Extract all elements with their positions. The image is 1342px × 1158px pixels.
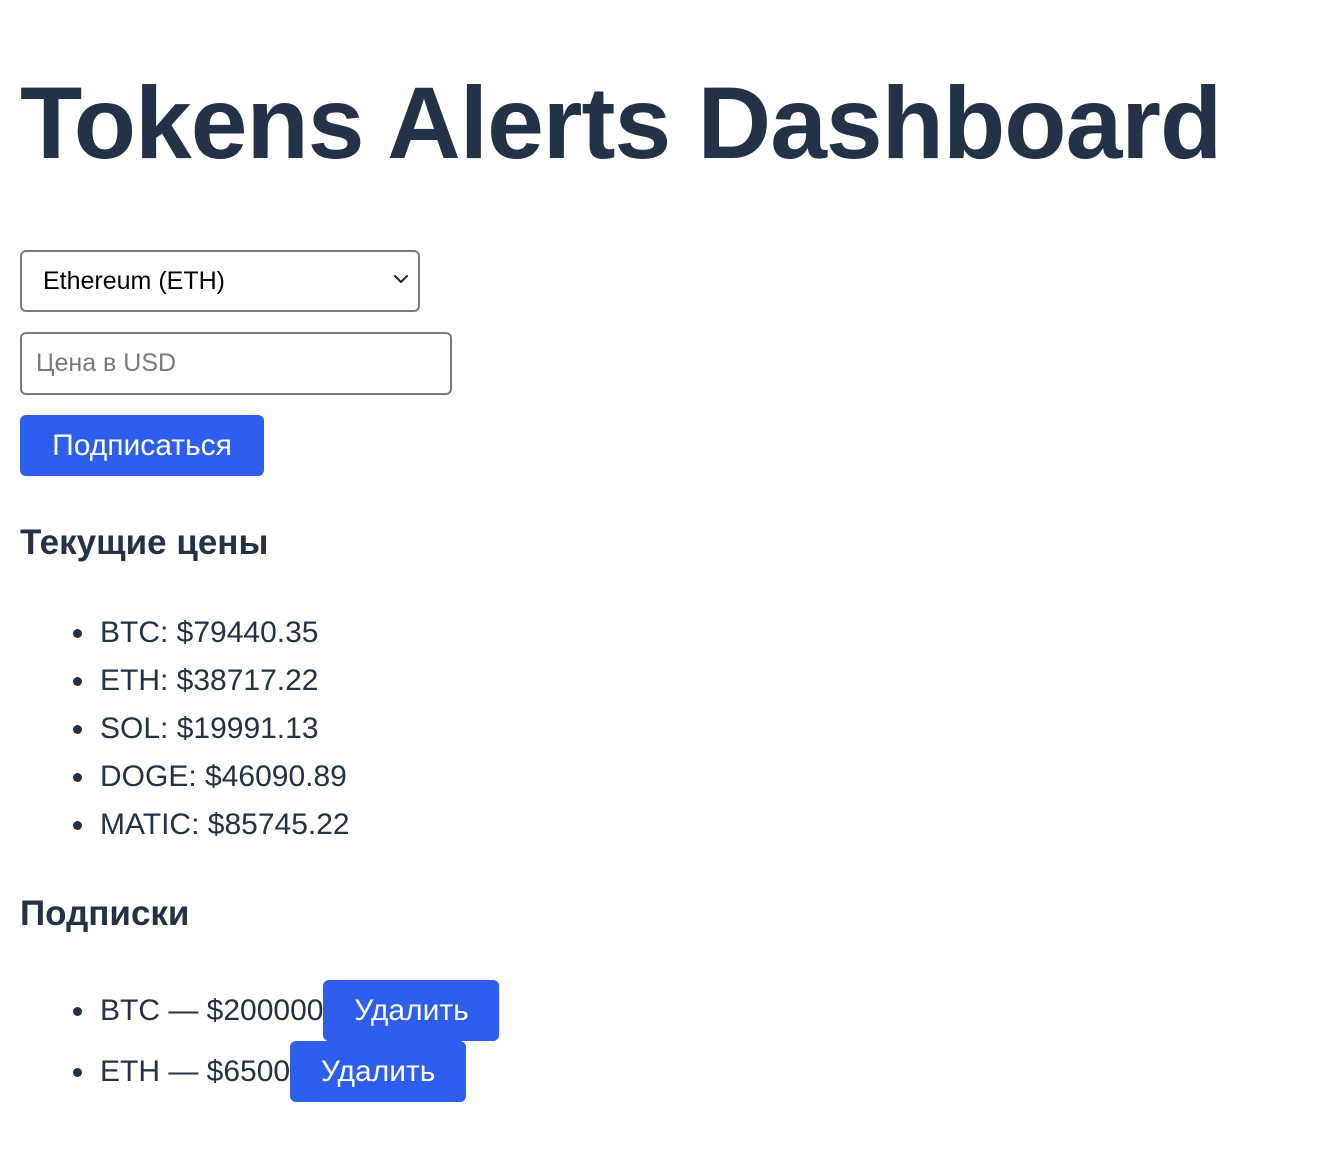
- price-item-text: SOL: $19991.13: [100, 712, 319, 745]
- price-item: SOL: $19991.13: [20, 706, 350, 754]
- bullet-icon: [73, 1007, 82, 1016]
- subscriptions-heading: Подписки: [20, 894, 190, 933]
- token-select-value: Ethereum (ETH): [43, 267, 225, 295]
- price-item-text: BTC: $79440.35: [100, 616, 319, 649]
- chevron-down-icon: [394, 275, 408, 283]
- subscribe-button[interactable]: Подписаться: [20, 415, 264, 476]
- price-item: ETH: $38717.22: [20, 658, 350, 706]
- page-title: Tokens Alerts Dashboard: [20, 66, 1222, 180]
- price-item: MATIC: $85745.22: [20, 802, 350, 850]
- bullet-icon: [73, 629, 82, 638]
- price-item: DOGE: $46090.89: [20, 754, 350, 802]
- subscriptions-list: BTC — $200000 Удалить ETH — $6500 Удалит…: [20, 980, 500, 1102]
- prices-heading: Текущие цены: [20, 523, 269, 562]
- price-item-text: DOGE: $46090.89: [100, 760, 347, 793]
- delete-subscription-button[interactable]: Удалить: [323, 980, 500, 1041]
- price-item-text: ETH: $38717.22: [100, 664, 319, 697]
- token-select[interactable]: Ethereum (ETH): [20, 250, 420, 312]
- price-list: BTC: $79440.35 ETH: $38717.22 SOL: $1999…: [20, 610, 350, 850]
- bullet-icon: [73, 821, 82, 830]
- price-item-text: MATIC: $85745.22: [100, 808, 350, 841]
- bullet-icon: [73, 773, 82, 782]
- price-item: BTC: $79440.35: [20, 610, 350, 658]
- bullet-icon: [73, 1068, 82, 1077]
- subscription-item-text: ETH — $6500: [100, 1055, 291, 1088]
- delete-subscription-button[interactable]: Удалить: [290, 1041, 467, 1102]
- price-input[interactable]: [20, 332, 452, 395]
- bullet-icon: [73, 725, 82, 734]
- subscription-item: BTC — $200000 Удалить: [20, 980, 500, 1041]
- subscription-item: ETH — $6500 Удалить: [20, 1041, 499, 1102]
- bullet-icon: [73, 677, 82, 686]
- subscription-item-text: BTC — $200000: [100, 994, 324, 1027]
